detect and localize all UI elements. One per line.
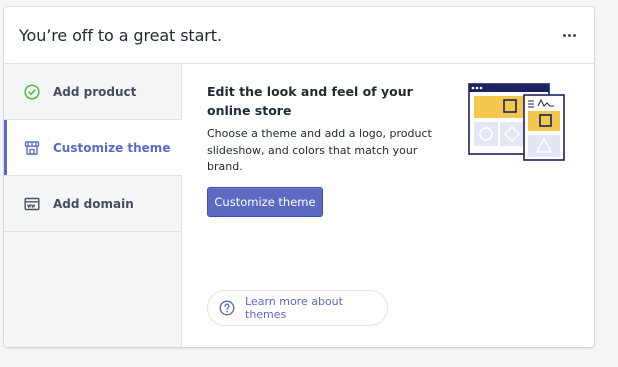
card-title: You’re off to a great start. xyxy=(19,25,222,45)
domain-icon xyxy=(23,195,41,213)
sidebar-item-label: Add product xyxy=(53,84,137,99)
sidebar-item-customize-theme[interactable]: Customize theme xyxy=(4,120,182,176)
question-circle-icon xyxy=(219,300,235,316)
learn-more-themes-link[interactable]: Learn more about themes xyxy=(207,290,388,326)
setup-card: You’re off to a great start. Add product xyxy=(4,7,594,347)
card-body: Add product Customize theme Add domain E… xyxy=(4,64,594,347)
checkmark-circle-icon xyxy=(23,83,41,101)
sidebar-item-add-domain[interactable]: Add domain xyxy=(4,176,181,232)
more-options-button[interactable] xyxy=(561,28,578,43)
step-content: Edit the look and feel of your online st… xyxy=(182,64,594,347)
store-icon xyxy=(23,139,41,157)
sidebar-item-add-product[interactable]: Add product xyxy=(4,64,181,120)
step-description: Choose a theme and add a logo, product s… xyxy=(207,127,432,173)
step-title: Edit the look and feel of your online st… xyxy=(207,84,413,118)
learn-more-label: Learn more about themes xyxy=(245,295,343,321)
customize-theme-button[interactable]: Customize theme xyxy=(207,187,323,217)
setup-steps-sidebar: Add product Customize theme Add domain xyxy=(4,64,182,347)
more-dot xyxy=(568,33,571,37)
more-horizontal-icon xyxy=(563,33,566,37)
more-dot xyxy=(573,33,576,37)
sidebar-item-label: Add domain xyxy=(53,196,134,211)
sidebar-item-label: Customize theme xyxy=(53,140,171,155)
card-header: You’re off to a great start. xyxy=(4,7,594,64)
theme-illustration xyxy=(468,82,568,164)
